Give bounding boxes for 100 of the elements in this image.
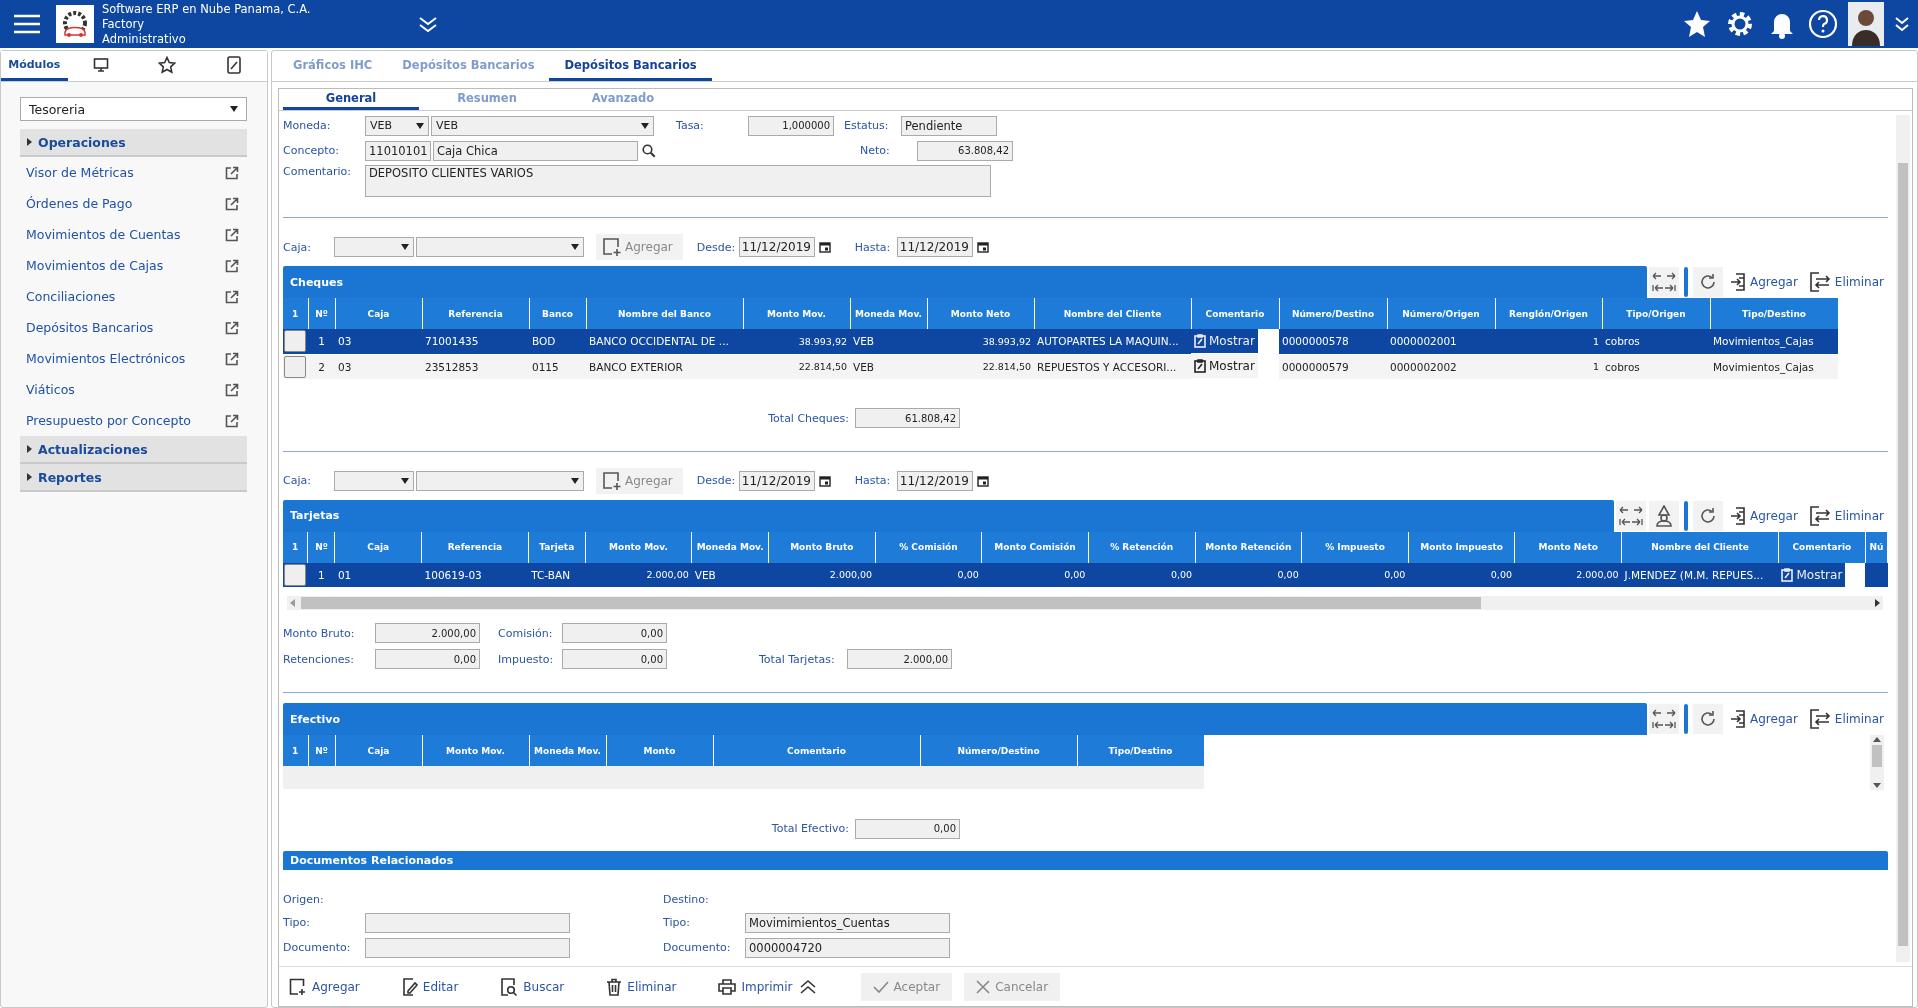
menu-link[interactable]: Órdenes de Pago — [26, 196, 133, 211]
table-cell: 1 — [1495, 354, 1602, 379]
column-header[interactable]: Moneda Mov. — [529, 735, 606, 766]
column-header[interactable]: Moneda Mov. — [691, 531, 769, 563]
add-row-button[interactable]: Agregar — [1726, 704, 1802, 734]
column-header[interactable]: 1 — [283, 298, 308, 329]
column-header[interactable]: 1 — [283, 735, 308, 766]
input-field[interactable]: 0000004720 — [745, 937, 950, 958]
column-header[interactable]: Comentario — [1778, 531, 1866, 563]
dropdown[interactable]: VEB — [431, 115, 654, 136]
dropdown[interactable]: Tesoreria — [20, 97, 247, 121]
column-header[interactable]: Nº — [308, 735, 335, 766]
column-header[interactable]: Caja — [335, 735, 422, 766]
input-field[interactable]: 1,000000 — [748, 115, 834, 136]
column-header[interactable]: Moneda Mov. — [850, 298, 927, 329]
column-header[interactable]: Monto Neto — [1514, 531, 1622, 563]
column-header[interactable]: Monto Neto — [927, 298, 1034, 329]
column-header[interactable]: Monto — [606, 735, 713, 766]
input-field[interactable]: 2.000,00 — [375, 623, 480, 643]
column-header[interactable]: % Retención — [1088, 531, 1196, 563]
input-field[interactable]: Caja Chica — [433, 140, 638, 161]
add-row-button[interactable]: Agregar — [1726, 267, 1802, 297]
delete-button[interactable]: Eliminar — [598, 972, 685, 1001]
menu-link[interactable]: Visor de Métricas — [26, 165, 134, 180]
input-field[interactable]: 11/12/2019 — [896, 237, 973, 257]
dropdown[interactable]: VEB — [365, 115, 429, 136]
column-header[interactable]: Tipo/Destino — [1710, 298, 1838, 329]
column-header[interactable]: Monto Mov. — [422, 735, 529, 766]
column-header[interactable]: Tarjeta — [528, 531, 586, 563]
column-header[interactable]: Caja — [335, 298, 422, 329]
input-field[interactable]: Pendiente — [901, 115, 997, 136]
column-header[interactable]: Tipo/Destino — [1077, 735, 1204, 766]
comment-field[interactable]: DEPOSITO CLIENTES VARIOS — [365, 165, 991, 197]
column-header[interactable]: Nº — [308, 298, 335, 329]
table-cell: TC-BAN — [528, 562, 586, 588]
delete-row-button[interactable]: Eliminar — [1804, 267, 1888, 297]
add-button[interactable]: Agregar — [281, 972, 368, 1001]
input-field[interactable]: 2.000,00 — [847, 649, 952, 669]
column-header[interactable]: Número/Destino — [920, 735, 1077, 766]
menu-link[interactable]: Viáticos — [26, 382, 75, 397]
column-header[interactable]: Nombre del Cliente — [1621, 531, 1779, 563]
table-row[interactable]: 2 03 23512853 0115 BANCO EXTERIOR 22.814,50 VEB 22.814,50 REPUESTOS Y ACCESORI... Mostrar 0000000579 0000002002 1 cobros Movimientos_Cajas — [283, 354, 1838, 379]
section-header[interactable]: Operaciones — [20, 129, 247, 157]
delete-row-button[interactable]: Eliminar — [1804, 500, 1888, 531]
column-header[interactable]: Banco — [529, 298, 586, 329]
input-field[interactable]: 11/12/2019 — [738, 470, 815, 491]
column-header[interactable]: % Impuesto — [1301, 531, 1409, 563]
edit-button[interactable]: Editar — [393, 972, 467, 1001]
column-header[interactable]: Monto Comisión — [981, 531, 1089, 563]
input-field[interactable]: 11010101 — [365, 140, 431, 161]
column-header[interactable]: 1 — [283, 531, 308, 563]
column-header[interactable]: Renglón/Origen — [1495, 298, 1602, 329]
input-field[interactable]: 0,00 — [562, 623, 667, 643]
column-header[interactable]: Monto Impuesto — [1408, 531, 1515, 563]
tab[interactable]: Depósitos Bancarios — [549, 51, 712, 81]
add-button[interactable]: Agregar — [596, 467, 683, 494]
search-button[interactable]: Buscar — [492, 972, 573, 1001]
menu-link[interactable]: Movimientos de Cuentas — [26, 227, 181, 242]
tab[interactable]: General — [283, 89, 419, 110]
menu-link[interactable]: Depósitos Bancarios — [26, 320, 154, 335]
column-header[interactable]: Monto Retención — [1195, 531, 1302, 563]
table-cell: 03 — [335, 354, 422, 379]
column-header[interactable]: Número/Origen — [1387, 298, 1495, 329]
field-label: Tasa: — [676, 119, 705, 132]
menu-link[interactable]: Movimientos Electrónicos — [26, 351, 186, 366]
input-field[interactable]: 11/12/2019 — [738, 237, 815, 257]
column-header[interactable]: Comentario — [713, 735, 920, 766]
column-header[interactable]: % Comisión — [875, 531, 982, 563]
section-header[interactable]: Reportes — [20, 464, 247, 492]
input-field[interactable]: Movimimientos_Cuentas — [745, 912, 950, 933]
delete-row-button[interactable]: Eliminar — [1804, 704, 1888, 734]
menu-link[interactable]: Presupuesto por Concepto — [26, 413, 191, 428]
field-label: Caja: — [283, 474, 312, 487]
column-header[interactable]: Caja — [334, 531, 422, 563]
column-header[interactable]: Número/Destino — [1279, 298, 1387, 329]
input-field[interactable]: 0,00 — [855, 818, 960, 839]
table-row[interactable]: 1 03 71001435 BOD BANCO OCCIDENTAL DE ... 38.993,92 VEB 38.993,92 AUTOPARTES LA MAQUIN... Mostrar 0000000578 0000002001 1 cobros Movimientos_Cajas — [283, 329, 1838, 354]
input-field[interactable]: 0,00 — [562, 649, 667, 669]
menu-link[interactable]: Movimientos de Cajas — [26, 258, 164, 273]
column-header[interactable]: Tipo/Origen — [1602, 298, 1710, 329]
column-header[interactable]: Referencia — [421, 531, 529, 563]
print-button[interactable]: Imprimir — [710, 972, 795, 1001]
input-field[interactable]: 11/12/2019 — [896, 470, 973, 491]
menu-link[interactable]: Conciliaciones — [26, 289, 116, 304]
input-field[interactable]: 0,00 — [375, 649, 480, 669]
column-header[interactable]: Nombre del Cliente — [1034, 298, 1191, 329]
table-row[interactable]: 1 01 100619-03 TC-BAN 2.000,00 VEB 2.000,00 0,00 0,00 0,00 0,00 0,00 0,00 2.000,00 J.MENDEZ (M.M. REPUES... Mostrar — [283, 562, 1888, 588]
column-header[interactable]: Referencia — [422, 298, 529, 329]
input-field[interactable]: 61.808,42 — [855, 408, 960, 428]
input-field[interactable]: 63.808,42 — [917, 140, 1013, 161]
column-header[interactable]: Monto Mov. — [585, 531, 692, 563]
column-header[interactable]: Comentario — [1191, 298, 1279, 329]
add-row-button[interactable]: Agregar — [1726, 500, 1802, 531]
add-button[interactable]: Agregar — [596, 234, 683, 260]
column-header[interactable]: Nú — [1865, 531, 1888, 563]
table-cell: 0,00 — [1301, 562, 1409, 588]
column-header[interactable]: Monto Mov. — [743, 298, 850, 329]
column-header[interactable]: Monto Bruto — [768, 531, 876, 563]
section-header[interactable]: Actualizaciones — [20, 436, 247, 464]
column-header[interactable]: Nombre del Banco — [586, 298, 743, 329]
